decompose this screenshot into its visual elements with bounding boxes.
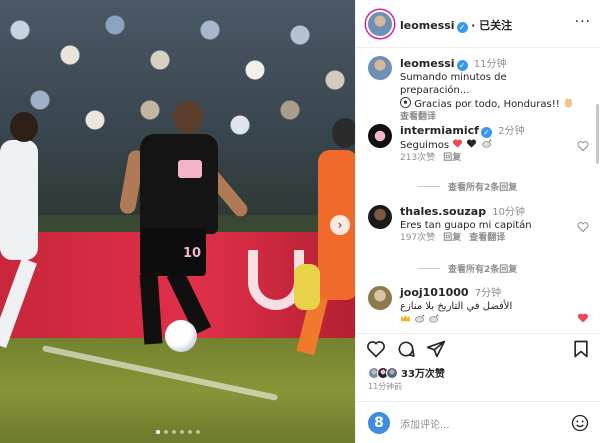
post-actions: 33万次赞 11分钟前 (356, 333, 600, 393)
black-heart-icon (467, 139, 477, 148)
comment-header: intermiamicf ✓ 2分钟 (400, 124, 578, 138)
player-head (173, 100, 203, 134)
comment-username[interactable]: jooj101000 (400, 286, 469, 299)
club-crest (178, 160, 202, 178)
like-comment-icon[interactable] (577, 221, 589, 233)
caption-time: 11分钟 (473, 59, 507, 70)
goalkeeper-glove (294, 264, 320, 310)
goat-icon (415, 314, 425, 323)
comment-text-wrap: Seguimos (400, 138, 578, 152)
comment-text: Eres tan guapo mi capitán (400, 220, 532, 231)
jersey-number: 10 (183, 246, 202, 261)
opponent-player (0, 140, 38, 260)
author-line: leomessi ✓ · 已关注 (400, 17, 512, 33)
comment-header: thales.souzap 10分钟 (400, 205, 578, 219)
carousel-dot (172, 430, 176, 434)
player-jersey (140, 134, 218, 234)
follow-status[interactable]: · 已关注 (471, 19, 512, 32)
likes-summary[interactable]: 33万次赞 (368, 365, 445, 380)
comment-time: 7分钟 (474, 288, 502, 299)
caption-translate[interactable]: 查看翻译 (400, 111, 578, 124)
comment-username[interactable]: thales.souzap (400, 205, 486, 218)
like-icon[interactable] (366, 339, 386, 359)
view-replies-button[interactable]: 查看所有2条回复 (418, 180, 517, 193)
author-avatar[interactable] (368, 12, 392, 36)
post-header: leomessi ✓ · 已关注 ··· (356, 0, 600, 48)
caption-avatar[interactable] (368, 56, 392, 80)
liker-avatar (386, 366, 398, 379)
reply-button[interactable]: 回复 (443, 153, 461, 163)
clapping-hands-icon (564, 98, 573, 108)
post-photo[interactable]: 10 › (0, 0, 355, 443)
crown-icon (400, 314, 411, 322)
post-time[interactable]: 11分钟前 (368, 381, 402, 392)
opponent-head (10, 112, 38, 142)
more-options-icon[interactable]: ··· (575, 14, 591, 30)
comment-meta: 213次赞 回复 (400, 152, 578, 165)
comment-icon[interactable] (396, 339, 416, 359)
feed-scrollbar[interactable] (596, 104, 599, 164)
comment-emoji-row (400, 313, 578, 327)
author-username[interactable]: leomessi (400, 19, 455, 32)
verified-badge-icon: ✓ (480, 127, 492, 138)
commenter-avatar[interactable] (368, 205, 392, 229)
comment-time: 2分钟 (498, 126, 525, 137)
post-side-panel: leomessi ✓ · 已关注 ··· leomessi ✓ 11分钟 Suman… (355, 0, 600, 443)
comment-time: 10分钟 (492, 207, 526, 218)
caption-line-2: Gracias por todo, Honduras!! (414, 99, 560, 110)
comments-feed[interactable]: leomessi ✓ 11分钟 Sumando minutos de prepar… (356, 48, 600, 333)
comment-meta: 197次赞 回复 查看翻译 (400, 232, 578, 245)
carousel-dots (156, 430, 200, 434)
comment-text: Seguimos (400, 140, 450, 151)
comment-username[interactable]: intermiamicf (400, 124, 479, 137)
add-comment-input[interactable]: 添加评论... (400, 416, 450, 431)
like-comment-icon[interactable] (577, 140, 589, 152)
liked-comment-icon[interactable] (577, 312, 589, 324)
soccer-ball-icon (400, 97, 411, 108)
next-image-button[interactable]: › (330, 215, 350, 235)
view-replies-button[interactable]: 查看所有2条回复 (418, 262, 517, 275)
likes-count: 33万次赞 (401, 369, 445, 380)
carousel-dot (196, 430, 200, 434)
goat-icon (481, 139, 492, 148)
football (165, 320, 197, 352)
verified-badge-icon: ✓ (456, 22, 468, 33)
caption-line-2-wrap: Gracias por todo, Honduras!! (400, 97, 578, 111)
commenter-avatar[interactable] (368, 124, 392, 148)
reply-button[interactable]: 回复 (443, 233, 461, 243)
save-bookmark-icon[interactable] (571, 339, 591, 359)
comment-likes[interactable]: 213次赞 (400, 153, 435, 163)
red-heart-icon (453, 139, 463, 148)
goalkeeper-head (332, 118, 355, 148)
commenter-avatar[interactable] (368, 286, 392, 310)
share-icon[interactable] (426, 339, 446, 359)
caption-header: leomessi ✓ 11分钟 (400, 57, 578, 71)
comment-composer: 8 添加评论... (356, 401, 600, 443)
comment-text: الأفضل في التاريخ بلا منازع (400, 301, 513, 312)
carousel-dot (180, 430, 184, 434)
caption-username[interactable]: leomessi (400, 57, 455, 70)
verified-badge-icon: ✓ (456, 60, 468, 71)
translate-button[interactable]: 查看翻译 (469, 233, 505, 243)
goat-icon (429, 314, 439, 323)
caption-line-1: Sumando minutos de preparación... (400, 72, 507, 96)
comment-header: jooj101000 7分钟 (400, 286, 578, 300)
current-user-avatar: 8 (368, 412, 390, 434)
pitch (0, 338, 355, 443)
carousel-dot (164, 430, 168, 434)
carousel-dot (188, 430, 192, 434)
carousel-dot-active (156, 430, 160, 434)
comment-likes[interactable]: 197次赞 (400, 233, 435, 243)
emoji-picker-icon[interactable] (571, 414, 589, 432)
